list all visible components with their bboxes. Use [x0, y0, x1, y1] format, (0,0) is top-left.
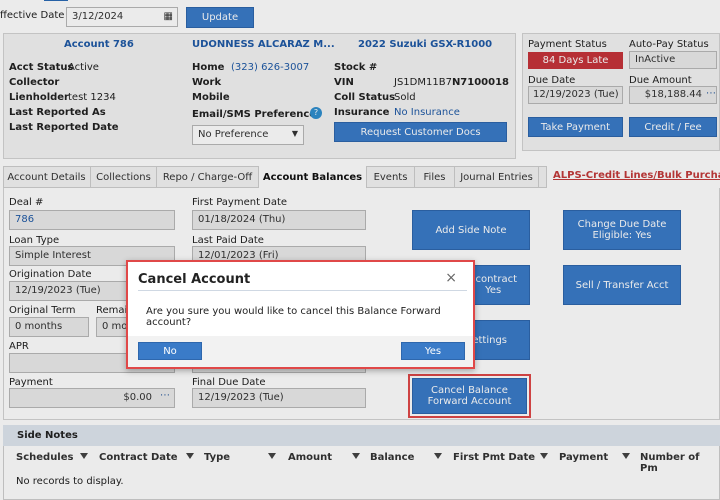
no-button[interactable]: No	[138, 342, 202, 360]
modal-overlay	[0, 0, 720, 500]
dialog-divider	[138, 290, 467, 291]
dialog-title: Cancel Account	[138, 272, 251, 287]
close-icon[interactable]: ×	[445, 270, 457, 286]
yes-button[interactable]: Yes	[401, 342, 465, 360]
dialog-message: Are you sure you would like to cancel th…	[146, 306, 441, 328]
cancel-account-dialog: Cancel Account × Are you sure you would …	[126, 260, 475, 369]
